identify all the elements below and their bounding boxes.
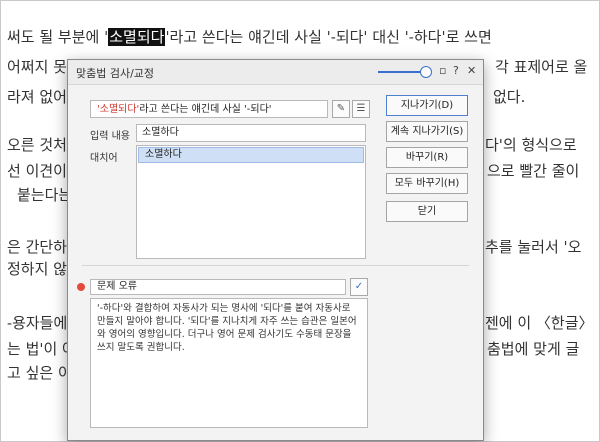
document-line: 써도 될 부분에 '소멸되다'라고 쓴다는 얘긴데 사실 '-되다' 대신 '-… bbox=[7, 28, 492, 46]
suggestion-item[interactable]: 소멸하다 bbox=[138, 147, 364, 163]
error-word: '소멸되다' bbox=[97, 104, 140, 115]
error-description: '-하다'와 결합하여 자동사가 되는 명사에 '되다'를 붙여 자동사로 만들… bbox=[90, 298, 368, 428]
transparency-slider-knob[interactable] bbox=[420, 66, 432, 78]
skip-button[interactable]: 지나가기(D) bbox=[386, 95, 468, 116]
document-line: 어쩌지 못 bbox=[7, 58, 67, 76]
error-category: 문제 오류 bbox=[77, 279, 346, 295]
replace-all-button[interactable]: 모두 바꾸기(H) bbox=[386, 173, 468, 194]
highlighted-word: 소멸되다 bbox=[108, 28, 166, 46]
document-line: 추를 눌러서 '오 bbox=[485, 238, 582, 256]
divider bbox=[82, 265, 469, 266]
help-icon[interactable]: ? bbox=[453, 64, 459, 77]
input-content-field[interactable]: 소멸하다 bbox=[136, 124, 366, 142]
spellcheck-dialog: 맞춤법 검사/교정 ▫ ? ✕ '소멸되다'라고 쓴다는 얘긴데 사실 '-되다… bbox=[67, 59, 484, 441]
dialog-title: 맞춤법 검사/교정 bbox=[76, 67, 155, 80]
document-line: 젠에 이 〈한글〉 bbox=[485, 314, 594, 332]
document-line: 라져 없어 bbox=[7, 88, 67, 106]
document-line: 는 법'이 어 bbox=[7, 340, 76, 358]
dialog-titlebar[interactable]: 맞춤법 검사/교정 ▫ ? ✕ bbox=[68, 60, 483, 85]
error-category-label: 문제 오류 bbox=[97, 281, 137, 292]
document-line: 다'의 형식으로 bbox=[485, 136, 577, 154]
document-line: 춤법에 맞게 글 bbox=[487, 340, 580, 358]
document-line: 각 표제어로 올 bbox=[495, 58, 588, 76]
close-button[interactable]: 닫기 bbox=[386, 201, 468, 222]
skip-all-button[interactable]: 계속 지나가기(S) bbox=[386, 121, 468, 142]
suggestion-list[interactable]: 소멸하다 bbox=[136, 145, 366, 259]
close-icon[interactable]: ✕ bbox=[467, 64, 476, 77]
document-line: 으로 빨간 줄이 bbox=[487, 162, 580, 180]
comment-icon[interactable]: ▫ bbox=[439, 64, 446, 77]
document-line: 없다. bbox=[493, 88, 526, 106]
document-line: 붙는다는 bbox=[17, 186, 73, 204]
check-icon[interactable]: ✓ bbox=[350, 278, 368, 296]
error-context-text: 라고 쓴다는 얘긴데 사실 '-되다' bbox=[139, 104, 272, 115]
error-context-field: '소멸되다'라고 쓴다는 얘긴데 사실 '-되다' bbox=[90, 100, 328, 118]
suggestion-label: 대치어 bbox=[90, 153, 118, 164]
document-line: 은 간단하 bbox=[7, 238, 67, 256]
input-label: 입력 내용 bbox=[90, 131, 130, 142]
document-line: 선 이견이 bbox=[7, 162, 67, 180]
error-dot-icon bbox=[77, 283, 85, 291]
replace-button[interactable]: 바꾸기(R) bbox=[386, 147, 468, 168]
add-to-dictionary-icon[interactable]: ✎ bbox=[332, 100, 350, 118]
transparency-slider-track[interactable] bbox=[378, 71, 426, 73]
document-line: 고 싶은 이 bbox=[7, 364, 72, 382]
options-icon[interactable]: ☰ bbox=[352, 100, 370, 118]
